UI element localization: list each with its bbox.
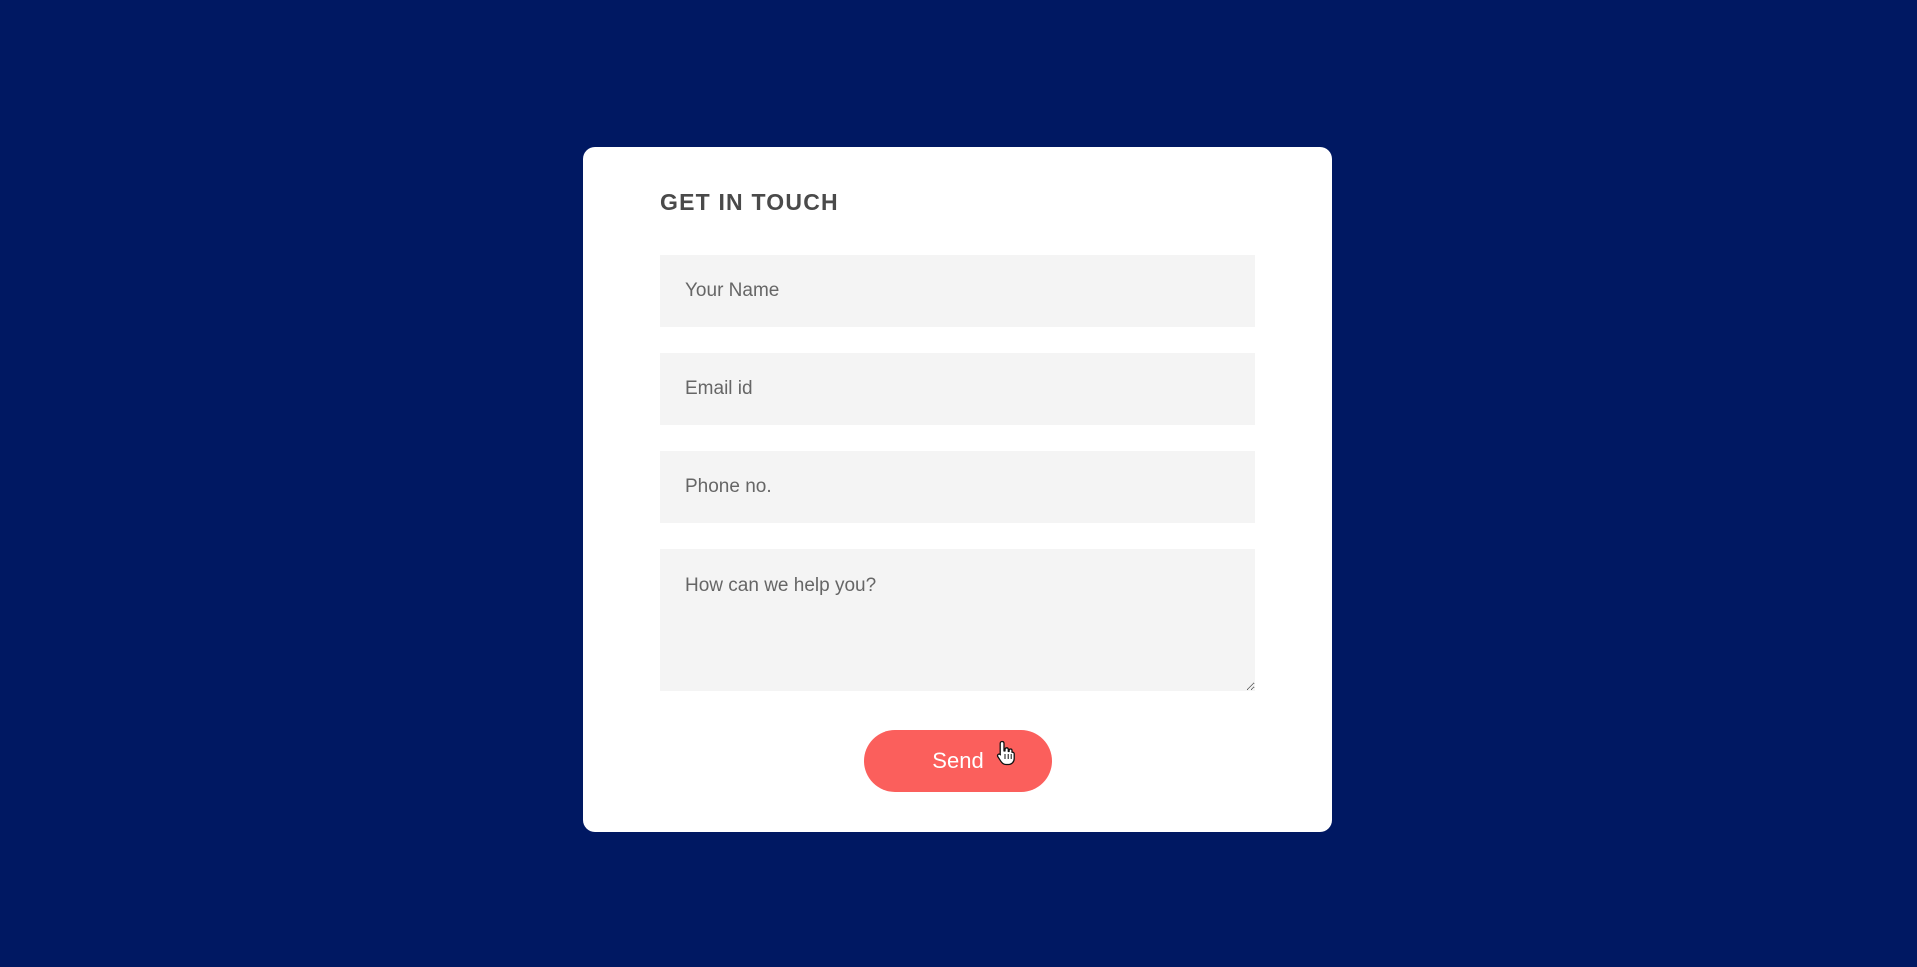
message-textarea[interactable] [660,549,1255,691]
page-background: GET IN TOUCH Send [0,0,1917,967]
name-input[interactable] [660,255,1255,327]
send-button[interactable]: Send [864,730,1052,792]
email-input[interactable] [660,353,1255,425]
phone-input[interactable] [660,451,1255,523]
contact-form-card: GET IN TOUCH Send [583,147,1332,832]
form-title: GET IN TOUCH [660,189,839,215]
